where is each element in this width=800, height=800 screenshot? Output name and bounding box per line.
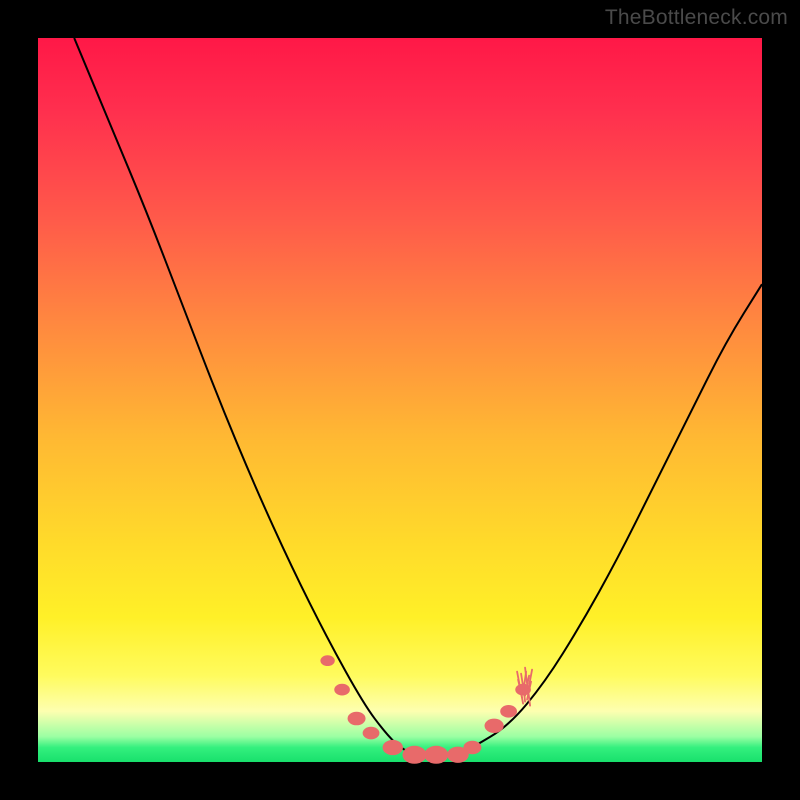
chart-frame: TheBottleneck.com bbox=[0, 0, 800, 800]
watermark-label: TheBottleneck.com bbox=[605, 6, 788, 30]
chart-plot-area bbox=[38, 38, 762, 762]
